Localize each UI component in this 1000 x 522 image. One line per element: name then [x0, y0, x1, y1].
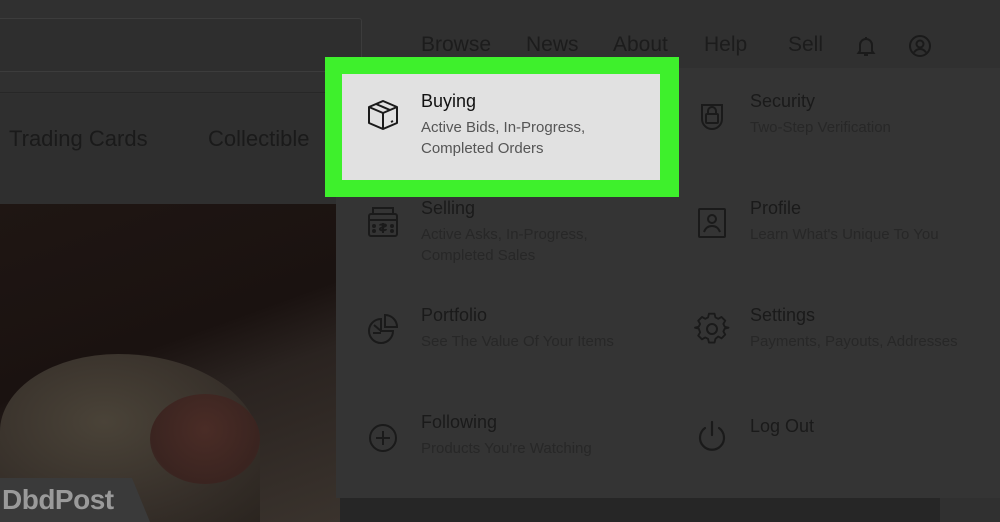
- nav-news[interactable]: News: [526, 33, 579, 57]
- nav-sell[interactable]: Sell: [788, 33, 823, 57]
- menu-item-subtitle: Payments, Payouts, Addresses: [750, 333, 958, 350]
- profile-card-icon: [698, 208, 726, 238]
- nav-about[interactable]: About: [613, 33, 668, 57]
- cash-register-icon: [368, 207, 398, 237]
- menu-item-buying[interactable]: Buying Active Bids, In-Progress, Complet…: [365, 91, 665, 171]
- box-icon: [368, 100, 398, 130]
- menu-item-title: Buying: [421, 91, 477, 111]
- shield-lock-icon: [701, 104, 723, 130]
- power-icon: [698, 420, 726, 451]
- nav-browse[interactable]: Browse: [421, 33, 491, 57]
- search-input[interactable]: [0, 18, 362, 72]
- hero-image-strip: [340, 496, 940, 522]
- menu-item-settings[interactable]: Settings Payments, Payouts, Addresses: [694, 305, 994, 385]
- menu-item-title: Settings: [750, 305, 816, 325]
- category-trading-cards[interactable]: Trading Cards: [9, 126, 148, 152]
- menu-item-subtitle: Active Asks, In-Progress, Completed Sale…: [421, 226, 588, 264]
- category-collectibles[interactable]: Collectible: [208, 126, 310, 152]
- hero-image: [0, 204, 340, 522]
- menu-item-portfolio[interactable]: Portfolio See The Value Of Your Items: [365, 305, 665, 385]
- menu-item-security[interactable]: Security Two-Step Verification: [694, 91, 994, 171]
- menu-item-title: Log Out: [750, 416, 815, 436]
- gear-icon: [694, 312, 730, 344]
- menu-item-title: Portfolio: [421, 305, 488, 325]
- user-icon[interactable]: [908, 34, 932, 58]
- menu-item-subtitle: Learn What's Unique To You: [750, 226, 939, 243]
- bell-icon[interactable]: [854, 34, 878, 58]
- menu-item-profile[interactable]: Profile Learn What's Unique To You: [694, 198, 994, 278]
- pie-chart-icon: [368, 313, 399, 344]
- menu-item-subtitle: Two-Step Verification: [750, 119, 891, 136]
- watermark-logo: DbdPost: [2, 484, 114, 515]
- menu-item-title: Security: [750, 91, 816, 111]
- menu-item-following[interactable]: Following Products You're Watching: [365, 412, 665, 492]
- menu-item-selling[interactable]: Selling Active Asks, In-Progress, Comple…: [365, 198, 665, 278]
- menu-item-logout[interactable]: Log Out: [694, 412, 994, 492]
- menu-item-title: Selling: [421, 198, 476, 218]
- menu-item-subtitle: See The Value Of Your Items: [421, 333, 614, 350]
- plus-circle-icon: [369, 424, 397, 452]
- menu-item-subtitle: Active Bids, In-Progress, Completed Orde…: [421, 119, 586, 157]
- menu-item-title: Following: [421, 412, 498, 432]
- menu-item-title: Profile: [750, 198, 802, 218]
- menu-item-subtitle: Products You're Watching: [421, 440, 592, 457]
- nav-help[interactable]: Help: [704, 33, 747, 57]
